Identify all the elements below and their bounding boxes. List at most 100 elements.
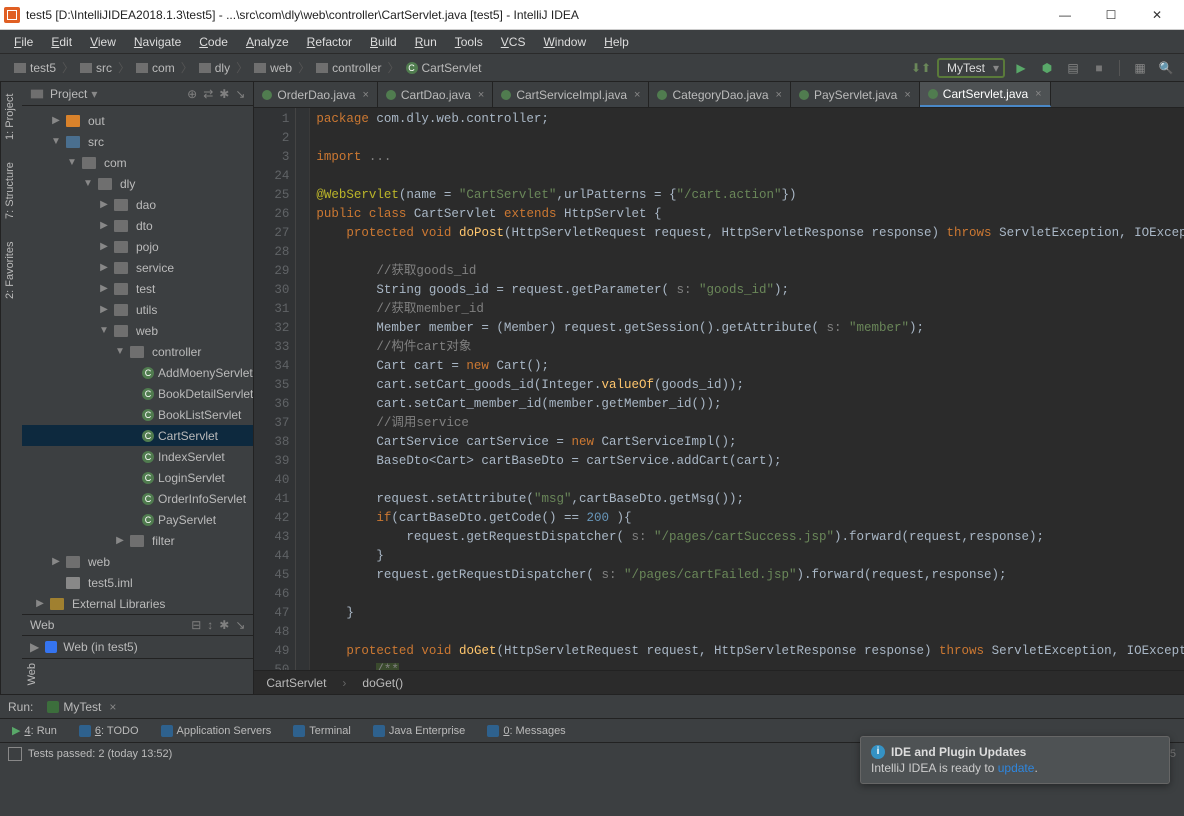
menu-file[interactable]: File: [6, 33, 41, 51]
hide-icon[interactable]: ↘: [235, 87, 245, 101]
code-content[interactable]: package com.dly.web.controller; import .…: [310, 108, 1184, 670]
menu-view[interactable]: View: [82, 33, 124, 51]
tree-node-com[interactable]: ▼com: [22, 152, 253, 173]
left-tool-favorites[interactable]: 2: Favorites: [1, 235, 22, 304]
run-panel-header: Run: MyTest ×: [0, 694, 1184, 718]
tree-node-loginservlet[interactable]: CLoginServlet: [22, 467, 253, 488]
project-icon: [30, 87, 44, 101]
breadcrumb-com[interactable]: com: [130, 61, 181, 75]
tree-node-pojo[interactable]: ▶pojo: [22, 236, 253, 257]
bottom-tool-todo[interactable]: 6: TODO: [75, 723, 143, 739]
notification-body: IntelliJ IDEA is ready to update.: [871, 761, 1159, 775]
breadcrumb-controller[interactable]: controller: [310, 61, 387, 75]
tree-node-dao[interactable]: ▶dao: [22, 194, 253, 215]
tree-node-dly[interactable]: ▼dly: [22, 173, 253, 194]
close-tab-icon[interactable]: ×: [109, 700, 116, 714]
left-tool-structure[interactable]: 7: Structure: [1, 156, 22, 225]
tree-node-service[interactable]: ▶service: [22, 257, 253, 278]
tree-node-utils[interactable]: ▶utils: [22, 299, 253, 320]
project-sidebar: Project ▾ ⊕ ⇄ ✱ ↘ ▶out▼src▼com▼dly▶dao▶d…: [22, 82, 254, 694]
menu-analyze[interactable]: Analyze: [238, 33, 297, 51]
coverage-icon[interactable]: ▤: [1063, 58, 1083, 78]
breadcrumb-test5[interactable]: test5: [8, 61, 62, 75]
run-config-selector[interactable]: MyTest ▾: [937, 58, 1005, 78]
locate-icon[interactable]: ⇄: [203, 87, 213, 101]
line-gutter: 1232425262728293031323334353637383940414…: [254, 108, 296, 670]
bottom-tool-messages[interactable]: 0: Messages: [483, 723, 569, 739]
stop-button[interactable]: ■: [1089, 58, 1109, 78]
close-button[interactable]: ✕: [1134, 0, 1180, 30]
menu-code[interactable]: Code: [191, 33, 236, 51]
tab-orderdao[interactable]: OrderDao.java×: [254, 82, 377, 107]
search-icon[interactable]: 🔍: [1156, 58, 1176, 78]
project-tree[interactable]: ▶out▼src▼com▼dly▶dao▶dto▶pojo▶service▶te…: [22, 106, 253, 614]
web-panel-body: ▶Web (in test5): [22, 636, 253, 658]
maximize-button[interactable]: ☐: [1088, 0, 1134, 30]
menu-tools[interactable]: Tools: [447, 33, 491, 51]
info-icon: i: [871, 745, 885, 759]
tree-node-test5iml[interactable]: test5.iml: [22, 572, 253, 593]
breadcrumb-web[interactable]: web: [248, 61, 298, 75]
menu-window[interactable]: Window: [535, 33, 594, 51]
notification-title: IDE and Plugin Updates: [891, 745, 1026, 759]
status-icon[interactable]: [8, 747, 22, 761]
breadcrumb-dly[interactable]: dly: [193, 61, 236, 75]
tree-node-addmoenyservlet[interactable]: CAddMoenyServlet: [22, 362, 253, 383]
run-button[interactable]: ▶: [1011, 58, 1031, 78]
test-icon: [47, 701, 59, 713]
editor-tabs: OrderDao.java×CartDao.java×CartServiceIm…: [254, 82, 1184, 108]
menu-help[interactable]: Help: [596, 33, 637, 51]
tree-node-externallibraries[interactable]: ▶External Libraries: [22, 593, 253, 614]
tree-node-bookdetailservlet[interactable]: CBookDetailServlet: [22, 383, 253, 404]
editor-area: OrderDao.java×CartDao.java×CartServiceIm…: [254, 82, 1184, 694]
code-editor[interactable]: 1232425262728293031323334353637383940414…: [254, 108, 1184, 670]
tree-node-orderinfoservlet[interactable]: COrderInfoServlet: [22, 488, 253, 509]
debug-button[interactable]: ⬢: [1037, 58, 1057, 78]
window-title: test5 [D:\IntelliJIDEA2018.1.3\test5] - …: [26, 8, 1042, 22]
tree-node-payservlet[interactable]: CPayServlet: [22, 509, 253, 530]
left-label-web[interactable]: Web: [22, 659, 42, 689]
web-toolbar-bottom: Web: [22, 658, 253, 694]
tree-node-src[interactable]: ▼src: [22, 131, 253, 152]
breadcrumb-CartServlet[interactable]: CCartServlet: [400, 61, 488, 75]
update-link[interactable]: update: [998, 761, 1035, 775]
menu-vcs[interactable]: VCS: [493, 33, 534, 51]
tab-cartservlet[interactable]: CartServlet.java×: [920, 82, 1051, 107]
menu-run[interactable]: Run: [407, 33, 445, 51]
tree-node-dto[interactable]: ▶dto: [22, 215, 253, 236]
left-tool-project[interactable]: 1: Project: [1, 88, 22, 146]
minimize-button[interactable]: —: [1042, 0, 1088, 30]
tree-node-web[interactable]: ▼web: [22, 320, 253, 341]
menu-refactor[interactable]: Refactor: [299, 33, 360, 51]
tab-categorydao[interactable]: CategoryDao.java×: [649, 82, 791, 107]
tab-payservlet[interactable]: PayServlet.java×: [791, 82, 920, 107]
run-label: Run:: [8, 700, 33, 714]
settings-icon[interactable]: ✱: [219, 87, 229, 101]
menu-navigate[interactable]: Navigate: [126, 33, 189, 51]
tab-cartserviceimpl[interactable]: CartServiceImpl.java×: [493, 82, 649, 107]
run-tab[interactable]: MyTest ×: [41, 698, 122, 716]
bottom-tool-terminal[interactable]: Terminal: [289, 723, 355, 739]
editor-crumb-class[interactable]: CartServlet: [266, 676, 326, 690]
tree-node-filter[interactable]: ▶filter: [22, 530, 253, 551]
tab-cartdao[interactable]: CartDao.java×: [378, 82, 493, 107]
bottom-tool-applicationservers[interactable]: Application Servers: [157, 723, 276, 739]
breadcrumb-src[interactable]: src: [74, 61, 118, 75]
bottom-tool-javaenterprise[interactable]: Java Enterprise: [369, 723, 469, 739]
collapse-icon[interactable]: ⊕: [187, 87, 197, 101]
tree-node-web[interactable]: ▶web: [22, 551, 253, 572]
tree-node-test[interactable]: ▶test: [22, 278, 253, 299]
tree-node-controller[interactable]: ▼controller: [22, 341, 253, 362]
tree-node-indexservlet[interactable]: CIndexServlet: [22, 446, 253, 467]
structure-icon[interactable]: ▦: [1130, 58, 1150, 78]
build-icon[interactable]: ⬇⬆: [911, 58, 931, 78]
tree-node-out[interactable]: ▶out: [22, 110, 253, 131]
menu-edit[interactable]: Edit: [43, 33, 80, 51]
bottom-tool-run[interactable]: ▶4: Run: [8, 722, 61, 739]
menu-build[interactable]: Build: [362, 33, 405, 51]
navigation-bar: test5〉src〉com〉dly〉web〉controller〉CCartSe…: [0, 54, 1184, 82]
tree-node-cartservlet[interactable]: CCartServlet: [22, 425, 253, 446]
editor-crumb-method[interactable]: doGet(): [362, 676, 403, 690]
tree-node-booklistservlet[interactable]: CBookListServlet: [22, 404, 253, 425]
notification-popup[interactable]: i IDE and Plugin Updates IntelliJ IDEA is…: [860, 736, 1170, 784]
